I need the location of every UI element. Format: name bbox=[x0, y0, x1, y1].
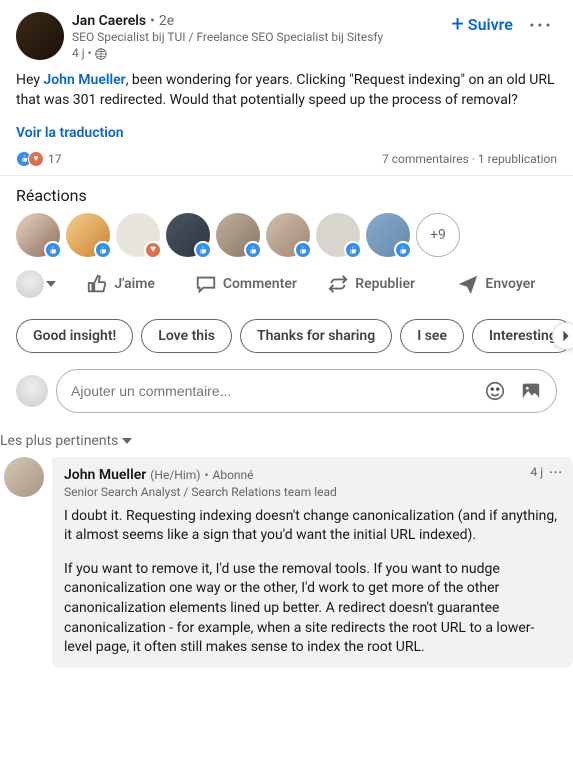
thumbs-up-icon bbox=[86, 273, 108, 295]
reactor-avatar[interactable] bbox=[316, 213, 360, 257]
love-icon: ♥ bbox=[28, 151, 44, 167]
comment-button[interactable]: Commenter bbox=[185, 263, 306, 305]
reactor-avatar[interactable] bbox=[16, 213, 60, 257]
reaction-count: 17 bbox=[48, 152, 62, 166]
comment-count[interactable]: 7 commentaires bbox=[382, 152, 469, 166]
reactor-avatar[interactable] bbox=[366, 213, 410, 257]
globe-icon bbox=[95, 48, 107, 60]
scroll-right-button[interactable] bbox=[552, 322, 573, 350]
comment-input-wrap[interactable] bbox=[56, 369, 557, 413]
suggestion-chip[interactable]: Love this bbox=[141, 319, 232, 353]
sort-selector[interactable]: Les plus pertinents bbox=[0, 429, 573, 457]
send-icon bbox=[457, 273, 479, 295]
repost-button[interactable]: Republier bbox=[311, 263, 432, 305]
suggestion-chip[interactable]: I see bbox=[400, 319, 464, 353]
commenter-headline: Senior Search Analyst / Search Relations… bbox=[64, 485, 561, 499]
chevron-down-icon bbox=[46, 281, 56, 287]
like-icon bbox=[344, 241, 362, 259]
suggestion-row: Good insight! Love this Thanks for shari… bbox=[0, 311, 573, 361]
comment-input[interactable] bbox=[71, 383, 476, 399]
author-headline: SEO Specialist bij TUI / Freelance SEO S… bbox=[72, 30, 443, 46]
like-icon bbox=[394, 241, 412, 259]
reactions-row: ♥ +9 bbox=[16, 213, 557, 257]
reactor-avatar[interactable]: ♥ bbox=[116, 213, 160, 257]
like-button[interactable]: J'aime bbox=[60, 263, 181, 305]
reaction-selector[interactable] bbox=[16, 270, 56, 298]
follow-button[interactable]: + Suivre bbox=[451, 12, 513, 37]
like-icon bbox=[94, 241, 112, 259]
commenter-relation: Abonné bbox=[213, 468, 254, 482]
commenter-avatar[interactable] bbox=[4, 457, 44, 497]
plus-icon: + bbox=[451, 12, 463, 37]
comment-text: I doubt it. Requesting indexing doesn't … bbox=[64, 507, 561, 546]
author-avatar[interactable] bbox=[16, 12, 64, 60]
comment-overflow-icon[interactable]: ··· bbox=[549, 465, 563, 479]
reactor-avatar[interactable] bbox=[216, 213, 260, 257]
like-icon bbox=[44, 241, 62, 259]
comment-time: 4 j bbox=[531, 465, 544, 479]
dot: • bbox=[150, 12, 155, 30]
emoji-icon[interactable] bbox=[484, 380, 506, 402]
commenter-name[interactable]: John Mueller bbox=[64, 467, 146, 483]
reaction-summary[interactable]: ♥ 17 bbox=[16, 151, 62, 167]
chevron-down-icon bbox=[122, 438, 132, 444]
comment-icon bbox=[195, 273, 217, 295]
reactor-avatar[interactable] bbox=[66, 213, 110, 257]
author-name[interactable]: Jan Caerels bbox=[72, 12, 146, 30]
reactor-avatar[interactable] bbox=[166, 213, 210, 257]
suggestion-chip[interactable]: Thanks for sharing bbox=[240, 319, 392, 353]
repost-icon bbox=[327, 273, 349, 295]
overflow-menu-icon[interactable]: ··· bbox=[525, 13, 557, 37]
reactor-avatar[interactable] bbox=[266, 213, 310, 257]
user-avatar[interactable] bbox=[16, 375, 48, 407]
like-icon bbox=[194, 241, 212, 259]
suggestion-chip[interactable]: Good insight! bbox=[16, 319, 133, 353]
comment-text: If you want to remove it, I'd use the re… bbox=[64, 560, 561, 658]
like-icon bbox=[294, 241, 312, 259]
like-icon bbox=[244, 241, 262, 259]
comment-bubble: 4 j ··· John Mueller (He/Him) • Abonné S… bbox=[52, 457, 573, 668]
send-button[interactable]: Envoyer bbox=[436, 263, 557, 305]
follow-label: Suivre bbox=[468, 15, 513, 34]
user-avatar bbox=[16, 270, 44, 298]
reactions-title: Réactions bbox=[16, 186, 557, 205]
mention-link[interactable]: John Mueller bbox=[43, 72, 125, 88]
commenter-pronouns: (He/Him) bbox=[150, 468, 200, 482]
post-time: 4 j bbox=[72, 46, 85, 62]
love-icon: ♥ bbox=[144, 241, 162, 259]
post-body: Hey John Mueller, been wondering for yea… bbox=[16, 71, 557, 110]
repost-count[interactable]: 1 republication bbox=[478, 152, 557, 166]
translate-button[interactable]: Voir la traduction bbox=[16, 125, 557, 141]
image-icon[interactable] bbox=[520, 380, 542, 402]
connection-degree: 2e bbox=[159, 12, 174, 30]
more-reactors-button[interactable]: +9 bbox=[416, 213, 460, 257]
